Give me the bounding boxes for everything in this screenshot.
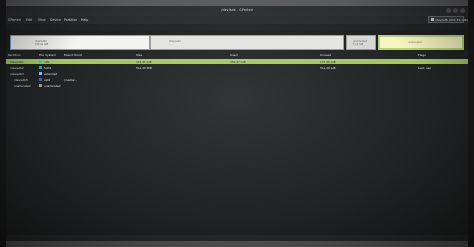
diskmap-partition-sdb1[interactable]: /dev/sdb1 476.91 GiB — [10, 35, 150, 50]
menu-partition[interactable]: Partition — [64, 18, 77, 22]
menu-help[interactable]: Help — [81, 18, 88, 22]
status-bar — [6, 235, 468, 241]
cell-filesystem: ntfs — [44, 59, 50, 64]
menubar: GParted Edit View Device Partition Help — [6, 16, 468, 24]
cell-unused: 137.00 GiB — [320, 59, 336, 64]
cell-filesystem: fat32 — [44, 65, 52, 70]
cell-flags: boot, esp — [418, 65, 432, 70]
cell-partition: /dev/sdb5 — [14, 77, 28, 82]
table-row[interactable]: /dev/sdb5 ext4 /media/... — [6, 77, 468, 82]
menu-gparted[interactable]: GParted — [8, 18, 21, 22]
harddisk-icon — [431, 18, 434, 21]
filesystem-color-swatch — [39, 60, 42, 63]
diskmap-size: .... — [169, 43, 173, 46]
diskmap-size: 5.15 GiB — [353, 43, 364, 46]
menu-device[interactable]: Device — [50, 18, 61, 22]
diskmap-text: unallocated 5.15 GiB — [353, 40, 367, 46]
minimize-button[interactable] — [446, 8, 451, 13]
cell-filesystem: extended — [44, 71, 58, 76]
table-row[interactable]: /dev/sdb2 fat32 512.00 MiB 511.00 GiB bo… — [6, 65, 468, 70]
window-controls — [446, 8, 465, 13]
header-partition[interactable]: Partition — [8, 53, 21, 57]
header-used[interactable]: Used — [230, 53, 238, 57]
maximize-button[interactable] — [453, 8, 458, 13]
cell-filesystem: unallocated — [44, 83, 61, 88]
menu-view[interactable]: View — [38, 18, 46, 22]
table-row[interactable]: unallocated unallocated — [6, 83, 468, 88]
diskmap-text: unallocated — [408, 41, 422, 44]
filesystem-color-swatch — [39, 78, 42, 81]
disk-map: /dev/sdb1 476.91 GiB /dev/sdb2 .... unal… — [6, 30, 468, 50]
header-filesystem[interactable]: File System — [39, 53, 56, 57]
filesystem-color-swatch — [39, 66, 42, 69]
table-header: Partition File System Mount Point Size U… — [6, 52, 468, 58]
menu-edit[interactable]: Edit — [26, 18, 32, 22]
cell-size: 512.00 MiB — [136, 65, 152, 70]
diskmap-text: /dev/sdb2 .... — [169, 40, 181, 46]
diskmap-text: /dev/sdb1 476.91 GiB — [35, 40, 48, 46]
monitor-bezel-right — [468, 0, 474, 247]
header-unused[interactable]: Unused — [320, 53, 331, 57]
titlebar: /dev/sdb - GParted — [6, 6, 468, 16]
header-flags[interactable]: Flags — [418, 53, 426, 57]
device-label: /dev/sdb (931.51 GiB) — [435, 18, 468, 22]
cell-partition: /dev/sdb3 — [10, 71, 24, 76]
table-row[interactable]: /dev/sdb1 ntfs 476.91 GiB 339.97 GiB 137… — [6, 59, 468, 64]
diskmap-partition-unallocated[interactable]: unallocated 5.15 GiB — [346, 35, 376, 50]
device-selector[interactable]: /dev/sdb (931.51 GiB) — [428, 16, 468, 23]
cell-used: 339.97 GiB — [230, 59, 246, 64]
close-button[interactable] — [460, 8, 465, 13]
diskmap-name: unallocated — [408, 41, 422, 44]
cell-partition: unallocated — [14, 83, 31, 88]
cell-partition: /dev/sdb1 — [10, 59, 24, 64]
cell-size: 476.91 GiB — [136, 59, 152, 64]
filesystem-color-swatch — [39, 72, 42, 75]
cell-mountpoint: /media/... — [64, 77, 78, 82]
header-size[interactable]: Size — [136, 53, 142, 57]
table-row[interactable]: /dev/sdb3 extended — [6, 71, 468, 76]
cell-unused: 511.00 GiB — [320, 65, 336, 70]
filesystem-color-swatch — [39, 84, 42, 87]
cell-partition: /dev/sdb2 — [10, 65, 24, 70]
header-mountpoint[interactable]: Mount Point — [64, 53, 82, 57]
window-title: /dev/sdb - GParted — [221, 8, 253, 12]
diskmap-partition-unallocated-end[interactable]: unallocated — [378, 35, 464, 50]
diskmap-partition-sdb2[interactable]: /dev/sdb2 .... — [150, 35, 344, 50]
diskmap-size: 476.91 GiB — [35, 43, 49, 46]
gparted-window: /dev/sdb - GParted GParted Edit View Dev… — [6, 6, 468, 241]
cell-filesystem: ext4 — [44, 77, 51, 82]
